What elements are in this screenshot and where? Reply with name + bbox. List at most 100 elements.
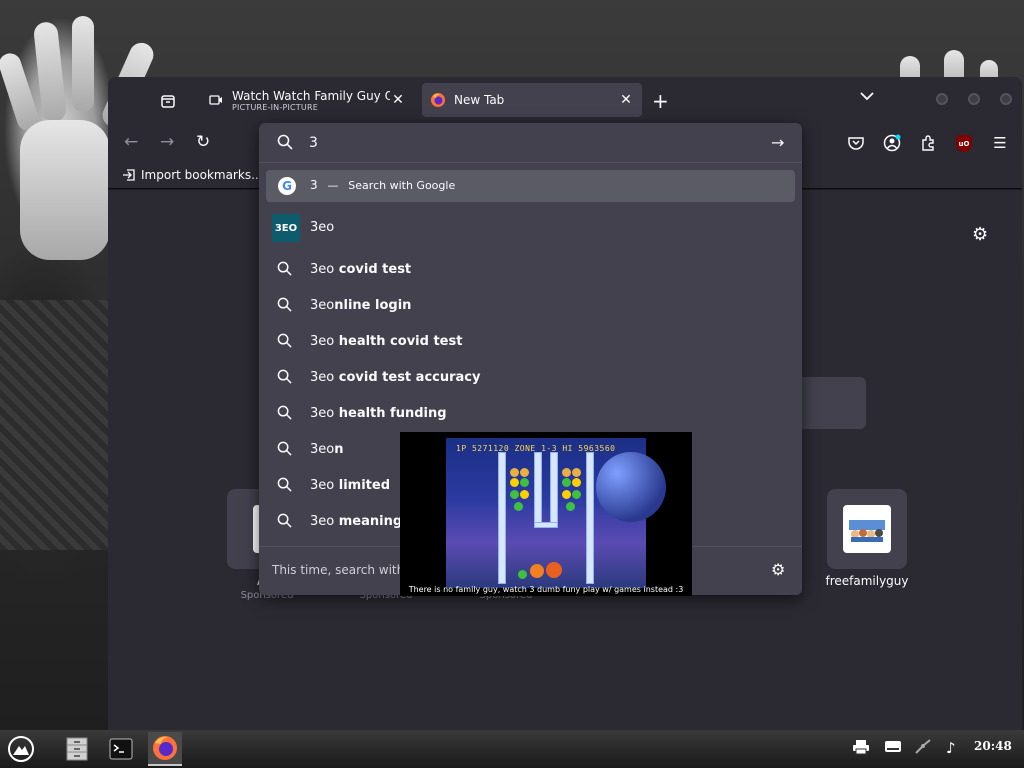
picture-in-picture-window[interactable]: 1P 5271120 ZONE 1-3 HI 5963560 There is … [400,432,692,596]
firefox-view-icon [161,95,175,108]
suggestion-completion: meaning [334,514,403,529]
search-suggestion[interactable]: 3eo covid test [259,252,802,288]
wallpaper-hand [32,21,68,123]
highlight-separator: — [327,179,339,192]
suggestion-completion: health covid test [334,334,463,349]
game-pipe [550,452,558,528]
import-icon [123,169,135,181]
mountain-logo-icon [8,736,34,762]
search-settings-gear-icon[interactable]: ⚙ [771,560,785,579]
tab-title: Watch Watch Family Guy Onlin [232,88,390,103]
music-note-icon[interactable]: ♪ [946,739,956,757]
suggestion-text: 3eo covid test accuracy [310,370,480,385]
suggestion-prefix: 3eo [310,334,335,349]
suggestion-text: 3eo meaning [310,514,402,529]
search-suggestion[interactable]: 3eo health funding [259,396,802,432]
search-suggestion[interactable]: 3eonline login [259,288,802,324]
reload-icon[interactable]: ↻ [196,132,210,152]
suggestion-text: 3eo covid test [310,262,411,277]
new-tab-plus-icon[interactable]: + [652,89,669,113]
search-icon [277,513,292,532]
suggestion-text: 3eonline login [310,298,411,313]
go-arrow-icon[interactable]: → [771,133,784,152]
game-pipe [586,452,594,584]
search-icon [277,369,292,388]
search-icon [277,134,293,154]
game-bubble [520,468,529,477]
firefox-view-button[interactable] [154,89,182,113]
suggestion-prefix: 3eo [310,514,335,529]
shortcut-tile-label: freefamilyguy [825,574,909,588]
site-favicon: 3EO [272,214,300,242]
ublock-origin-icon[interactable]: uO [956,135,972,152]
keyboard-display-icon[interactable] [884,739,902,759]
tab-new-tab[interactable]: New Tab ✕ [422,83,642,117]
maximize-button[interactable] [966,91,982,107]
shortcut-tile-image [843,505,891,553]
search-query-text: 3 — Search with Google [310,178,455,192]
back-arrow-icon[interactable]: ← [124,132,138,152]
suggestion-completion: covid test [334,262,412,277]
search-suggestion[interactable]: 3eo health covid test [259,324,802,360]
game-character [530,564,544,578]
highlight-action: Search with Google [348,179,456,192]
page-settings-gear-icon[interactable]: ⚙ [972,224,988,245]
wallpaper-hand [20,120,110,260]
suggestion-text: 3eo health covid test [310,334,462,349]
taskbar-clock[interactable]: 20:48 [974,739,1012,753]
terminal-button[interactable] [104,732,138,766]
taskbar: ♪ 20:48 [0,730,1024,768]
forward-arrow-icon[interactable]: → [160,132,174,152]
network-disconnected-icon[interactable] [914,739,932,759]
game-pipe [534,522,558,528]
close-tab-icon[interactable]: ✕ [390,92,406,108]
one-off-label: This time, search with: [272,563,409,577]
search-icon [277,261,292,280]
game-bubble [510,478,519,487]
hamburger-menu-icon[interactable]: ☰ [990,133,1010,153]
site-suggestion-label: 3eo [310,220,335,235]
suggestion-prefix: 3eo [310,442,335,457]
game-bubble [572,490,581,499]
minimize-button[interactable] [934,91,950,107]
shortcut-tile-freefamilyguy[interactable] [827,489,907,569]
game-bubble [514,502,523,511]
game-bubble [510,468,519,477]
tab-bar: Watch Watch Family Guy Onlin PICTURE-IN-… [108,77,1022,123]
suggestion-prefix: 3eo [310,298,335,313]
close-window-button[interactable] [998,91,1014,107]
extensions-puzzle-icon[interactable] [918,133,938,153]
game-bubble [562,478,571,487]
site-suggestion[interactable]: 3EO 3eo [259,210,802,246]
game-bubble [520,478,529,487]
suggestion-completion: health funding [334,406,447,421]
close-tab-icon[interactable]: ✕ [618,92,634,108]
game-bubble [572,478,581,487]
video-subtitle: There is no family guy, watch 3 dumb fun… [408,585,684,594]
pocket-icon[interactable] [846,133,866,153]
suggestion-prefix: 3eo [310,262,335,277]
list-all-tabs-chevron-icon[interactable] [860,89,874,105]
terminal-icon [109,738,133,760]
tab-family-guy[interactable]: Watch Watch Family Guy Onlin PICTURE-IN-… [200,83,414,117]
search-icon [277,297,292,316]
wallpaper-sleeve [0,300,108,550]
account-icon[interactable] [882,133,902,153]
file-manager-button[interactable] [60,732,94,766]
suggestion-prefix: 3eo [310,478,335,493]
urlbar-input[interactable] [309,132,759,154]
app-menu-button[interactable] [4,732,38,766]
search-icon [277,441,292,460]
game-bubble [566,502,575,511]
search-suggestion[interactable]: 3eo covid test accuracy [259,360,802,396]
suggestion-completion: limited [334,478,391,493]
import-bookmarks-button[interactable]: Import bookmarks... [122,168,263,182]
urlbar: → [259,123,802,163]
suggestion-prefix: 3eo [310,370,335,385]
firefox-taskbar-button[interactable] [148,732,182,766]
search-with-google-row[interactable]: G 3 — Search with Google [266,170,795,202]
firefox-icon [430,92,446,108]
tab-title: New Tab [454,93,505,107]
game-bubble [518,570,527,579]
printer-icon[interactable] [852,739,870,759]
